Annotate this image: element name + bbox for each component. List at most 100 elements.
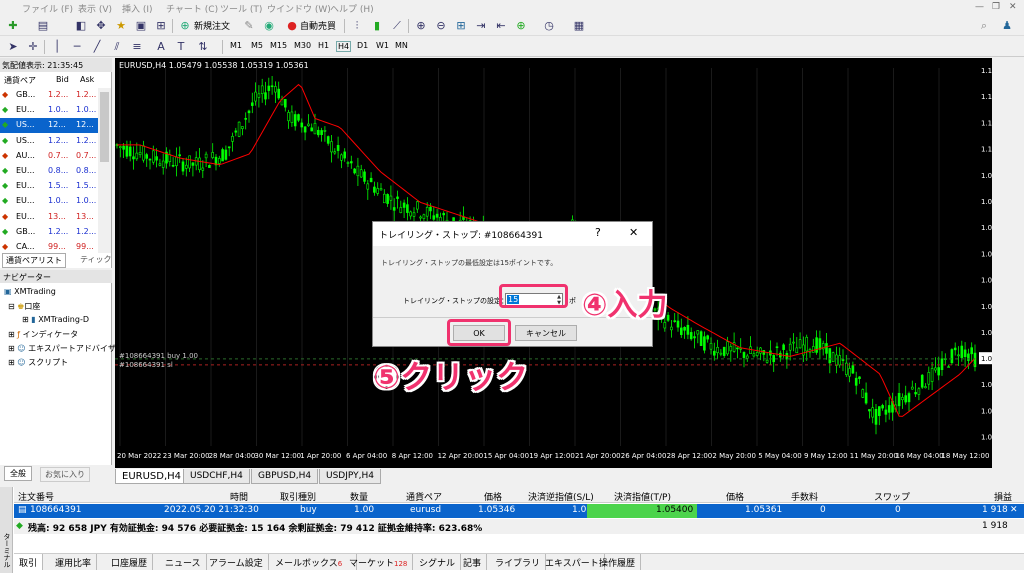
chart-shift-icon[interactable]: ⇤ <box>492 16 510 34</box>
nav-experts[interactable]: ⊞ ☺ エキスパートアドバイザ <box>8 343 116 354</box>
tab-articles[interactable]: 記事 <box>458 554 488 570</box>
table-row[interactable]: ◆ GB... 1.2... 1.2... <box>0 88 98 103</box>
profiles-icon[interactable]: ▤ <box>34 16 52 34</box>
col-ask[interactable]: Ask <box>80 75 94 84</box>
tab-history[interactable]: 口座履歴 <box>106 554 154 570</box>
table-row[interactable]: ◆ EU... 13... 13... <box>0 210 98 225</box>
minimize-icon[interactable]: — <box>975 2 984 12</box>
col-symbol[interactable]: 通貨ペア <box>4 75 36 86</box>
signals-icon[interactable]: ◉ <box>260 16 278 34</box>
cancel-button[interactable]: キャンセル <box>515 325 577 341</box>
tab-tick[interactable]: ティック <box>80 254 112 265</box>
help-icon[interactable]: ? <box>595 226 601 239</box>
tab-exposure[interactable]: 運用比率 <box>50 554 98 570</box>
tab-alerts[interactable]: アラーム設定 <box>204 554 269 570</box>
tab-general[interactable]: 全般 <box>4 466 32 481</box>
expand-icon[interactable]: ⊞ <box>8 330 15 339</box>
autoscroll-icon[interactable]: ⇥ <box>472 16 490 34</box>
line-chart-icon[interactable]: ⟋ <box>388 16 406 34</box>
menu-help[interactable]: ヘルプ (H) <box>330 2 374 15</box>
community-icon[interactable]: ♟ <box>998 16 1016 34</box>
crosshair-icon[interactable]: ✛ <box>24 37 42 55</box>
tab-symbols[interactable]: 通貨ペアリスト <box>2 253 66 268</box>
tf-d1[interactable]: D1 <box>357 41 368 50</box>
new-order-icon[interactable]: ⊕ <box>176 16 194 34</box>
text-a-icon[interactable]: A <box>152 37 170 55</box>
tf-m15[interactable]: M15 <box>270 41 287 50</box>
tab-gbpusd[interactable]: GBPUSD,H4 <box>251 469 319 484</box>
favorites-icon[interactable]: ★ <box>112 16 130 34</box>
col-profit[interactable]: 損益 <box>994 490 1012 503</box>
zoom-in-icon[interactable]: ⊕ <box>412 16 430 34</box>
nav-accounts[interactable]: ⊟ ♚口座 <box>8 301 40 312</box>
vertical-line-icon[interactable]: │ <box>48 37 66 55</box>
col-bid[interactable]: Bid <box>56 75 69 84</box>
table-row[interactable]: ◆ EU... 1.0... 1.0... <box>0 103 98 118</box>
cursor-icon[interactable]: ➤ <box>4 37 22 55</box>
navigator-icon[interactable]: ✥ <box>92 16 110 34</box>
expand-icon[interactable]: ⊞ <box>22 315 29 324</box>
col-commission[interactable]: 手数料 <box>791 490 818 503</box>
arrows-icon[interactable]: ⇅ <box>194 37 212 55</box>
col-price[interactable]: 価格 <box>484 490 502 503</box>
col-type[interactable]: 取引種別 <box>280 490 316 503</box>
horizontal-line-icon[interactable]: ─ <box>68 37 86 55</box>
tf-h4[interactable]: H4 <box>336 41 352 52</box>
nav-indicators[interactable]: ⊞ ƒ インディケータ <box>8 329 78 340</box>
terminal-icon[interactable]: ▣ <box>132 16 150 34</box>
search-icon[interactable]: ⌕ <box>975 16 993 34</box>
text-label-icon[interactable]: T <box>172 37 190 55</box>
market-watch-icon[interactable]: ◧ <box>72 16 90 34</box>
tf-h1[interactable]: H1 <box>318 41 329 50</box>
tf-m1[interactable]: M1 <box>230 41 242 50</box>
nav-account-item[interactable]: ⊞ ▮ XMTrading-D <box>22 315 89 324</box>
zoom-out-icon[interactable]: ⊖ <box>432 16 450 34</box>
col-order[interactable]: 注文番号 <box>18 490 54 503</box>
menu-insert[interactable]: 挿入 (I) <box>122 2 153 15</box>
new-order-button[interactable]: 新規注文 <box>194 19 230 32</box>
tf-mn[interactable]: MN <box>395 41 408 50</box>
col-swap[interactable]: スワップ <box>874 490 910 503</box>
tf-m5[interactable]: M5 <box>251 41 263 50</box>
table-row[interactable]: ▤ 108664391 2022.05.20 21:32:30 buy 1.00… <box>14 504 1024 518</box>
table-row[interactable]: ◆ AU... 0.7... 0.7... <box>0 149 98 164</box>
tf-w1[interactable]: W1 <box>376 41 389 50</box>
table-row[interactable]: ◆ US... 1.2... 1.2... <box>0 134 98 149</box>
auto-trade-icon[interactable]: ● <box>283 16 301 34</box>
fibonacci-icon[interactable]: ≡ <box>128 37 146 55</box>
metaeditor-icon[interactable]: ✎ <box>240 16 258 34</box>
close-icon[interactable]: ✕ <box>1009 2 1017 12</box>
nav-scripts[interactable]: ⊞ ☺ スクリプト <box>8 357 68 368</box>
tab-trade[interactable]: 取引 <box>14 554 44 570</box>
tile-windows-icon[interactable]: ⊞ <box>452 16 470 34</box>
col-volume[interactable]: 数量 <box>350 490 368 503</box>
trendline-icon[interactable]: ╱ <box>88 37 106 55</box>
menu-view[interactable]: 表示 (V) <box>78 2 112 15</box>
auto-trade-button[interactable]: 自動売買 <box>300 19 336 32</box>
menu-window[interactable]: ウインドウ (W) <box>267 2 331 15</box>
tf-m30[interactable]: M30 <box>294 41 311 50</box>
restore-icon[interactable]: ❐ <box>992 2 1000 12</box>
collapse-icon[interactable]: ⊟ <box>8 302 15 311</box>
candle-chart-icon[interactable]: ▮ <box>368 16 386 34</box>
expand-icon[interactable]: ⊞ <box>8 344 15 353</box>
col-time[interactable]: 時間 <box>230 490 248 503</box>
tab-news[interactable]: ニュース <box>160 554 207 570</box>
table-row[interactable]: ◆ EU... 1.5... 1.5... <box>0 179 98 194</box>
tab-eurusd[interactable]: EURUSD,H4 <box>115 469 189 484</box>
new-chart-icon[interactable]: ✚ <box>4 16 22 34</box>
col-sl[interactable]: 決済逆指値(S/L) <box>528 490 594 503</box>
menu-chart[interactable]: チャート (C) <box>166 2 218 15</box>
templates-icon[interactable]: ▦ <box>570 16 588 34</box>
indicators-icon[interactable]: ⊕ <box>512 16 530 34</box>
periods-icon[interactable]: ◷ <box>540 16 558 34</box>
expand-icon[interactable]: ⊞ <box>8 358 15 367</box>
tab-library[interactable]: ライブラリ <box>490 554 547 570</box>
table-row[interactable]: ◆ GB... 1.2... 1.2... <box>0 225 98 240</box>
tab-journal[interactable]: 操作履歴 <box>594 554 642 570</box>
dialog-close-icon[interactable]: ✕ <box>629 226 638 239</box>
market-watch-scrollbar[interactable] <box>98 88 111 253</box>
menu-file[interactable]: ファイル (F) <box>22 2 73 15</box>
tab-signals[interactable]: シグナル <box>414 554 462 570</box>
col-symbol[interactable]: 通貨ペア <box>406 490 442 503</box>
